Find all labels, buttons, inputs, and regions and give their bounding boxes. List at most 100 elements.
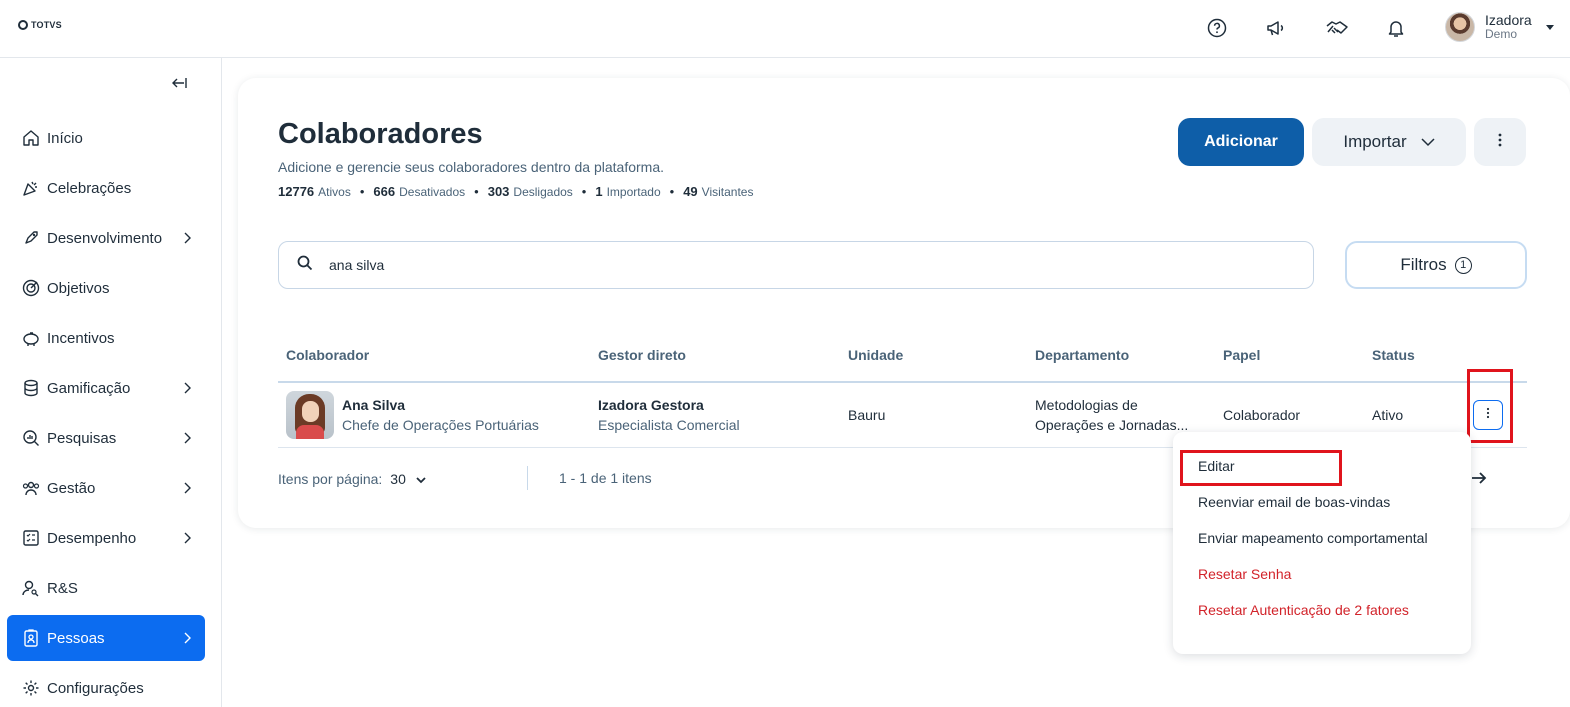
role-cell: Colaborador	[1223, 407, 1301, 423]
department-cell-line1: Metodologias de	[1035, 397, 1138, 413]
filter-count-badge: 1	[1454, 256, 1472, 274]
logo-text: TOTVS	[31, 20, 62, 30]
label-desativados: Desativados	[399, 185, 466, 199]
sidebar-item-desenvolvimento[interactable]: Desenvolvimento	[7, 215, 205, 261]
sidebar-item-gamificacao[interactable]: Gamificação	[7, 365, 205, 411]
search-input[interactable]: ana silva	[278, 241, 1314, 289]
menu-item-reenviar-email[interactable]: Reenviar email de boas-vindas	[1198, 494, 1390, 510]
filters-label: Filtros	[1400, 255, 1447, 274]
column-header-departamento[interactable]: Departamento	[1035, 347, 1129, 363]
bell-icon[interactable]	[1384, 16, 1408, 40]
separator-dot: •	[669, 184, 675, 199]
page-title: Colaboradores	[278, 118, 483, 150]
column-header-unidade[interactable]: Unidade	[848, 347, 903, 363]
logo-mark-icon	[18, 20, 28, 30]
menu-item-resetar-2fa[interactable]: Resetar Autenticação de 2 fatores	[1198, 602, 1409, 618]
chevron-down-icon	[416, 471, 426, 487]
manager-name: Izadora Gestora	[598, 397, 704, 413]
separator-dot: •	[474, 184, 479, 199]
page-subtitle: Adicione e gerencie seus colaboradores d…	[278, 159, 665, 175]
pagination-range: 1 - 1 de 1 itens	[559, 470, 652, 486]
items-per-page-label: Itens por página:	[278, 471, 383, 487]
handshake-icon[interactable]	[1325, 16, 1349, 40]
filters-button[interactable]: Filtros 1	[1345, 241, 1527, 289]
department-cell-line2: Operações e Jornadas...	[1035, 417, 1189, 433]
user-role: Demo	[1485, 27, 1518, 41]
table-header-divider	[278, 381, 1527, 383]
label-importado: Importado	[606, 185, 661, 199]
unit-cell: Bauru	[848, 407, 886, 423]
import-button[interactable]: Importar	[1312, 118, 1466, 166]
collaborator-title: Chefe de Operações Portuárias	[342, 417, 539, 433]
collaborator-avatar	[286, 391, 334, 439]
sidebar-item-configuracoes[interactable]: Configurações	[7, 665, 205, 707]
people-icon	[21, 478, 41, 498]
gear-icon	[21, 678, 41, 698]
column-header-gestor[interactable]: Gestor direto	[598, 347, 686, 363]
sidebar-item-celebracoes[interactable]: Celebrações	[7, 165, 205, 211]
chevron-right-icon	[183, 481, 191, 498]
sidebar-item-label: Gestão	[47, 479, 96, 497]
highlight-editar	[1180, 450, 1342, 486]
user-menu[interactable]: Izadora Demo	[1445, 12, 1554, 42]
highlight-row-actions	[1467, 369, 1513, 443]
search-icon	[297, 255, 313, 276]
sidebar-item-pesquisas[interactable]: Pesquisas	[7, 415, 205, 461]
sidebar-item-inicio[interactable]: Início	[7, 115, 205, 161]
person-search-icon	[21, 578, 41, 598]
add-button[interactable]: Adicionar	[1178, 118, 1304, 166]
items-per-page-select[interactable]: 30	[390, 471, 426, 487]
separator-dot: •	[581, 184, 587, 199]
manager-title: Especialista Comercial	[598, 417, 740, 433]
sidebar-item-label: Gamificação	[47, 379, 131, 397]
sidebar-item-label: Incentivos	[47, 329, 115, 347]
user-avatar	[1445, 12, 1475, 42]
chevron-down-icon	[1421, 132, 1435, 152]
column-header-papel[interactable]: Papel	[1223, 347, 1260, 363]
megaphone-icon[interactable]	[1264, 16, 1288, 40]
sidebar-item-desempenho[interactable]: Desempenho	[7, 515, 205, 561]
sidebar-item-rs[interactable]: R&S	[7, 565, 205, 611]
more-options-button[interactable]	[1474, 118, 1526, 166]
search-chart-icon	[21, 428, 41, 448]
kebab-icon	[1498, 133, 1502, 152]
count-visitantes: 49	[683, 184, 698, 199]
coins-icon	[21, 378, 41, 398]
help-icon[interactable]	[1205, 16, 1229, 40]
target-icon	[21, 278, 41, 298]
menu-item-resetar-senha[interactable]: Resetar Senha	[1198, 566, 1291, 582]
label-ativos: Ativos	[318, 185, 351, 199]
menu-item-enviar-mapeamento[interactable]: Enviar mapeamento comportamental	[1198, 530, 1428, 546]
chevron-right-icon	[183, 631, 191, 648]
top-bar: TOTVS Izadora Demo	[0, 0, 1570, 58]
party-icon	[21, 178, 41, 198]
user-name: Izadora	[1485, 12, 1532, 28]
brand-logo[interactable]: TOTVS	[18, 20, 62, 30]
search-value: ana silva	[329, 257, 385, 273]
checklist-icon	[21, 528, 41, 548]
sidebar-item-label: Desenvolvimento	[47, 229, 163, 247]
chevron-right-icon	[183, 531, 191, 548]
collaborator-name[interactable]: Ana Silva	[342, 397, 405, 413]
sidebar-item-pessoas[interactable]: Pessoas	[7, 615, 205, 661]
items-per-page: Itens por página: 30	[278, 471, 426, 487]
next-page-icon[interactable]	[1470, 470, 1488, 491]
rocket-icon	[21, 228, 41, 248]
sidebar-item-label: Desempenho	[47, 529, 137, 547]
piggy-bank-icon	[21, 328, 41, 348]
sidebar-item-objetivos[interactable]: Objetivos	[7, 265, 205, 311]
caret-down-icon	[1545, 24, 1554, 30]
pagination-divider	[527, 466, 528, 490]
sidebar-item-gestao[interactable]: Gestão	[7, 465, 205, 511]
column-header-colaborador[interactable]: Colaborador	[286, 347, 369, 363]
chevron-right-icon	[183, 431, 191, 448]
sidebar-item-label: Celebrações	[47, 179, 132, 197]
separator-dot: •	[359, 184, 365, 199]
collapse-sidebar-icon[interactable]	[170, 76, 188, 95]
column-header-status[interactable]: Status	[1372, 347, 1415, 363]
badge-icon	[21, 628, 41, 648]
status-cell: Ativo	[1372, 407, 1404, 423]
sidebar-item-label: Configurações	[47, 679, 144, 697]
sidebar-item-incentivos[interactable]: Incentivos	[7, 315, 205, 361]
sidebar-item-label: Início	[47, 129, 83, 147]
